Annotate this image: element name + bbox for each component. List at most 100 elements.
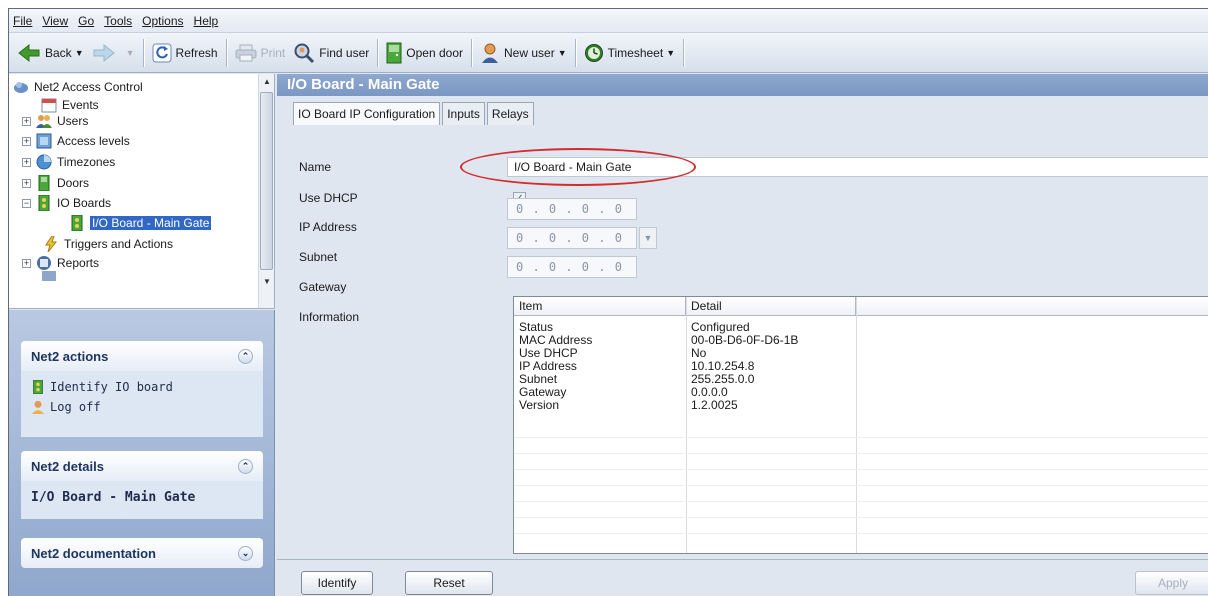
- expand-icon[interactable]: +: [22, 178, 31, 188]
- ip-address-field[interactable]: 0 . 0 . 0 . 0: [507, 198, 637, 220]
- subnet-label: Subnet: [299, 250, 338, 264]
- tree-item-triggers[interactable]: Triggers and Actions: [43, 234, 173, 254]
- expand-icon[interactable]: +: [22, 258, 31, 268]
- find-user-button[interactable]: Find user: [289, 38, 373, 68]
- subnet-dropdown-icon[interactable]: ▼: [639, 227, 657, 249]
- timesheet-dropdown-icon[interactable]: ▼: [666, 48, 675, 58]
- door-icon: [38, 175, 50, 191]
- forward-button[interactable]: ▼: [88, 38, 139, 68]
- back-dropdown-icon[interactable]: ▼: [75, 48, 84, 58]
- reset-button[interactable]: Reset: [405, 571, 493, 595]
- tree-item-timezones[interactable]: + Timezones: [22, 152, 115, 172]
- tree-item-label: Reports: [57, 256, 100, 270]
- table-row: Version 1.2.0025: [514, 399, 1208, 412]
- panel-title: Net2 details: [31, 458, 104, 474]
- toolbar-separator: [683, 38, 685, 67]
- gateway-label: Gateway: [299, 280, 347, 294]
- identify-button[interactable]: Identify: [301, 571, 373, 595]
- tree-item-label: Events: [62, 98, 99, 112]
- tree-item-access-levels[interactable]: + Access levels: [22, 131, 130, 151]
- toolbar: Back ▼ ▼ Refresh Print Find user Open do…: [9, 33, 1208, 73]
- access-levels-icon: [36, 133, 52, 149]
- tree-scrollbar[interactable]: ▲ ▼: [258, 74, 274, 308]
- tree-item-reports[interactable]: + Reports: [22, 253, 99, 273]
- identify-io-board-link[interactable]: Identify IO board: [31, 377, 253, 397]
- column-header-detail[interactable]: Detail: [686, 297, 856, 315]
- tree-selected-label: I/O Board - Main Gate: [90, 216, 212, 230]
- expand-icon[interactable]: +: [22, 136, 31, 146]
- io-board-icon: [33, 380, 43, 394]
- table-header: Item Detail: [514, 297, 1208, 316]
- tree-item-io-boards[interactable]: − IO Boards: [22, 193, 111, 213]
- subnet-field[interactable]: 0 . 0 . 0 . 0: [507, 227, 637, 249]
- table-row: Gateway 0.0.0.0: [514, 386, 1208, 399]
- menu-options[interactable]: Options: [142, 14, 183, 28]
- print-button[interactable]: Print: [231, 38, 290, 68]
- scrollbar-thumb[interactable]: [260, 92, 273, 270]
- net2-details-panel: Net2 details ⌃ I/O Board - Main Gate: [21, 451, 263, 519]
- timesheet-button[interactable]: Timesheet ▼: [580, 38, 680, 68]
- expand-icon[interactable]: +: [22, 116, 31, 126]
- panel-header[interactable]: Net2 details ⌃: [21, 451, 263, 481]
- cell-detail: 1.2.0025: [691, 398, 738, 412]
- tab-io-board-ip-configuration[interactable]: IO Board IP Configuration: [293, 102, 441, 125]
- print-label: Print: [260, 45, 286, 60]
- collapse-icon[interactable]: −: [22, 198, 31, 208]
- toolbar-separator: [574, 38, 576, 67]
- toolbar-separator: [225, 38, 227, 67]
- expand-down-icon[interactable]: ⌄: [238, 545, 253, 561]
- apply-button[interactable]: Apply: [1135, 571, 1208, 595]
- tab-relays[interactable]: Relays: [486, 102, 534, 125]
- column-header-item[interactable]: Item: [514, 297, 686, 315]
- back-button[interactable]: Back ▼: [13, 38, 88, 68]
- menu-tools[interactable]: Tools: [104, 14, 132, 28]
- menu-file[interactable]: File: [13, 14, 32, 28]
- reports-icon: [37, 256, 51, 270]
- page-title: I/O Board - Main Gate: [277, 74, 1208, 96]
- tree-item-label: IO Boards: [57, 196, 112, 210]
- row-divider: [514, 469, 1208, 470]
- timezone-clock-icon: [36, 154, 52, 170]
- tab-strip: IO Board IP Configuration Inputs Relays: [293, 102, 536, 125]
- table-row: IP Address 10.10.254.8: [514, 360, 1208, 373]
- lightning-icon: [45, 236, 58, 252]
- table-row: MAC Address 00-0B-D6-0F-D6-1B: [514, 334, 1208, 347]
- printer-icon: [235, 44, 257, 61]
- back-label: Back: [45, 45, 72, 60]
- tree-item-doors[interactable]: + Doors: [22, 173, 89, 193]
- collapse-up-icon[interactable]: ⌃: [238, 348, 253, 364]
- tab-inputs[interactable]: Inputs: [442, 102, 485, 125]
- tree-item-io-board-main-gate[interactable]: I/O Board - Main Gate: [69, 213, 212, 233]
- panel-title: Net2 actions: [31, 348, 109, 364]
- row-divider: [514, 453, 1208, 454]
- net2-window: File View Go Tools Options Help Back ▼ ▼…: [8, 8, 1208, 596]
- refresh-button[interactable]: Refresh: [148, 38, 222, 68]
- scroll-up-icon[interactable]: ▲: [259, 74, 274, 90]
- tree-item-users[interactable]: + Users: [22, 111, 88, 131]
- scroll-down-icon[interactable]: ▼: [259, 274, 274, 290]
- tree-root[interactable]: Net2 Access Control: [13, 77, 143, 97]
- refresh-label: Refresh: [175, 45, 218, 60]
- tree-item-label: Access levels: [57, 134, 130, 148]
- toolbar-separator: [471, 38, 472, 67]
- gateway-field[interactable]: 0 . 0 . 0 . 0: [507, 256, 637, 278]
- menu-go[interactable]: Go: [78, 14, 94, 28]
- expand-icon[interactable]: +: [22, 157, 31, 167]
- io-board-icon: [71, 215, 83, 231]
- table-row: Use DHCP No: [514, 347, 1208, 360]
- information-label: Information: [299, 310, 360, 324]
- menu-help[interactable]: Help: [194, 14, 219, 28]
- collapse-up-icon[interactable]: ⌃: [238, 458, 253, 474]
- log-off-link[interactable]: Log off: [31, 397, 253, 417]
- log-off-user-icon: [31, 400, 45, 414]
- cell-detail: 00-0B-D6-0F-D6-1B: [691, 333, 799, 347]
- forward-dropdown-icon[interactable]: ▼: [126, 48, 135, 58]
- panel-header[interactable]: Net2 documentation ⌄: [21, 538, 263, 568]
- menu-view[interactable]: View: [42, 14, 68, 28]
- new-user-icon: [482, 43, 498, 63]
- new-user-button[interactable]: New user ▼: [476, 38, 571, 68]
- highlight-ellipse: [460, 148, 696, 186]
- panel-header[interactable]: Net2 actions ⌃: [21, 341, 263, 371]
- open-door-button[interactable]: Open door: [382, 38, 467, 68]
- new-user-dropdown-icon[interactable]: ▼: [558, 48, 567, 58]
